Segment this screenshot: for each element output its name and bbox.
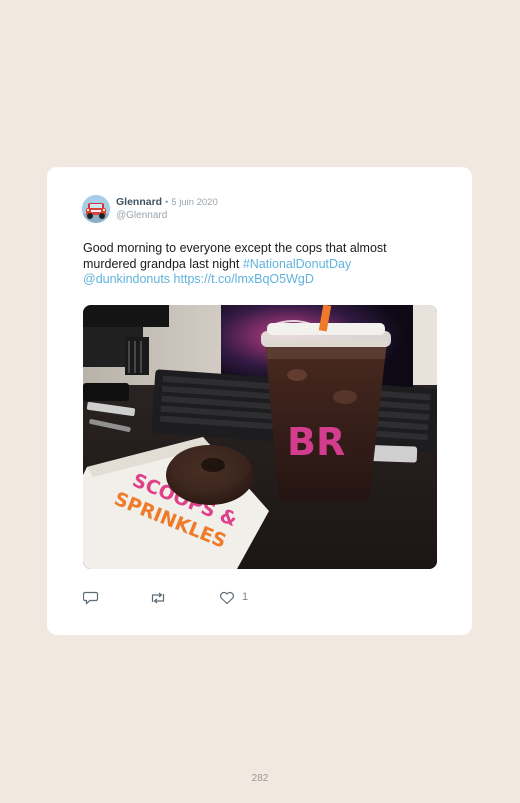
cup-logo-text: BR	[287, 420, 345, 464]
hashtag-link[interactable]: #NationalDonutDay	[243, 257, 351, 271]
avatar[interactable]	[82, 195, 110, 223]
retweet-icon[interactable]	[149, 591, 167, 610]
reply-icon[interactable]	[82, 591, 99, 610]
red-car-avatar-icon	[82, 195, 110, 223]
tweet-actions: 1	[82, 591, 283, 610]
separator-dot: •	[165, 197, 169, 208]
heart-icon[interactable]	[219, 591, 235, 610]
mention-link[interactable]: @dunkindonuts	[83, 272, 170, 286]
tweet-date[interactable]: 5 juin 2020	[171, 197, 217, 208]
author-name[interactable]: Glennard	[116, 196, 162, 208]
tweet-header: Glennard • 5 juin 2020 @Glennard	[82, 195, 442, 225]
url-link[interactable]: https://t.co/lmxBqO5WgD	[174, 272, 314, 286]
author-handle[interactable]: @Glennard	[116, 210, 167, 221]
like-count: 1	[242, 591, 249, 603]
page-number: 282	[251, 773, 269, 784]
photo-illustration: SCOOPS & SPRINKLES BR	[83, 305, 437, 569]
tweet-card: Glennard • 5 juin 2020 @Glennard Good mo…	[47, 167, 472, 635]
author-line: Glennard • 5 juin 2020	[116, 196, 218, 208]
tweet-text: Good morning to everyone except the cops…	[83, 241, 423, 288]
tweet-photo[interactable]: SCOOPS & SPRINKLES BR	[83, 305, 437, 569]
